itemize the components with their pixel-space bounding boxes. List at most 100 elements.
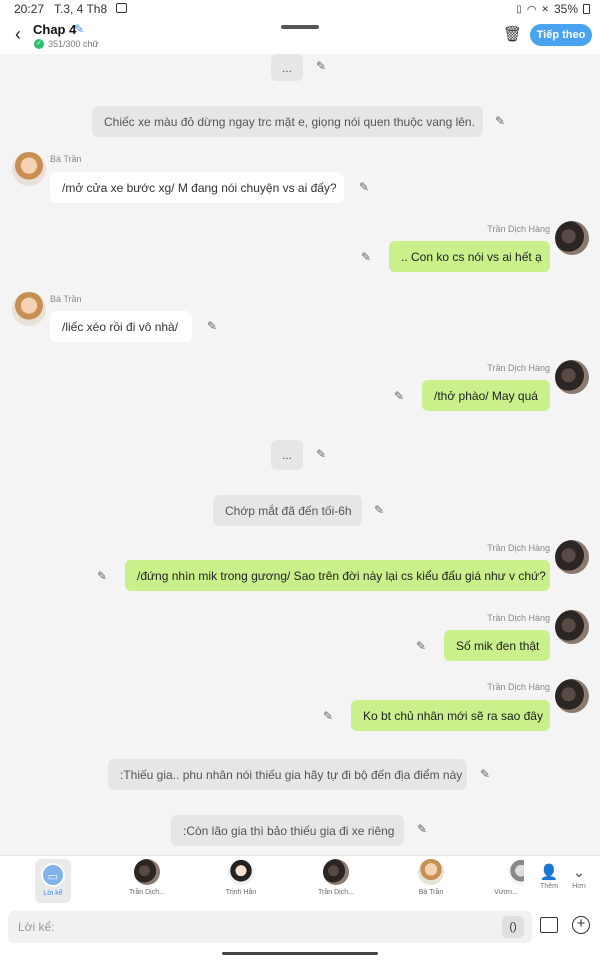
avatar-tran-dich-hang[interactable] <box>555 679 589 713</box>
edit-icon[interactable]: ✎ <box>359 180 369 194</box>
message-text: Chiếc xe màu đỏ dừng ngay trc mặt e, giọ… <box>104 114 475 129</box>
right-bubble[interactable]: .. Con ko cs nói vs ai hết ạ <box>389 241 550 272</box>
image-icon[interactable] <box>540 917 558 933</box>
avatar-tran-dich-hang[interactable] <box>555 360 589 394</box>
speaker-name: Trần Dịch Hàng <box>487 363 550 373</box>
character-item[interactable]: Trịnh Hân <box>211 859 271 896</box>
narration-bubble[interactable]: Chớp mắt đã đến tối-6h <box>213 495 362 526</box>
add-character-button[interactable]: 👤 Thêm <box>536 863 562 890</box>
edit-icon[interactable]: ✎ <box>394 389 404 403</box>
plus-icon[interactable]: + <box>572 916 590 934</box>
message-text: .. Con ko cs nói vs ai hết ạ <box>401 249 542 264</box>
edit-icon[interactable]: ✎ <box>207 319 217 333</box>
chapter-title[interactable]: Chap 4 <box>33 22 76 37</box>
edit-icon[interactable]: ✎ <box>416 639 426 653</box>
avatar-tran-dich-hang[interactable] <box>555 540 589 574</box>
message-text: :Còn lão gia thì bảo thiếu gia đi xe riê… <box>183 823 395 838</box>
status-right: ▯ ◠ ✕ 35% <box>516 2 590 16</box>
chevron-down-icon: ⌄ <box>572 864 586 881</box>
avatar-tran-dich-hang[interactable] <box>555 610 589 644</box>
narration-bubble[interactable]: :Còn lão gia thì bảo thiếu gia đi xe riê… <box>171 815 404 846</box>
input-bar: Lời kể: () + <box>0 905 600 949</box>
home-indicator[interactable] <box>222 952 378 955</box>
vibrate-icon: ▯ <box>516 3 522 15</box>
message-text: ... <box>281 60 292 75</box>
narrator-selector[interactable]: ▭ Lời kể <box>35 859 71 903</box>
chat-area[interactable]: ... ✎ Chiếc xe màu đỏ dừng ngay trc mặt … <box>0 54 600 854</box>
input-placeholder: Lời kể: <box>18 920 55 934</box>
right-bubble[interactable]: Số mik đen thật <box>444 630 550 661</box>
character-avatar <box>418 859 444 885</box>
left-bubble[interactable]: /liếc xéo rồi đi vô nhà/ <box>50 311 192 342</box>
back-icon[interactable]: ‹ <box>8 24 28 44</box>
right-bubble[interactable]: /thở phào/ May quá <box>422 380 550 411</box>
edit-icon[interactable]: ✎ <box>417 822 427 836</box>
parenthesis-button[interactable]: () <box>502 916 524 938</box>
next-button[interactable]: Tiếp theo <box>530 24 592 46</box>
trash-icon[interactable]: 🗑 <box>503 25 522 43</box>
battery-percent: 35% <box>553 2 578 16</box>
message-text: /thở phào/ May quá <box>434 388 538 403</box>
avatar-ba-tran[interactable] <box>12 152 46 186</box>
character-name: Vươn... <box>494 889 518 896</box>
speaker-name: Trần Dịch Hàng <box>487 224 550 234</box>
narration-bubble[interactable]: ... <box>271 54 303 81</box>
narration-bubble[interactable]: Chiếc xe màu đỏ dừng ngay trc mặt e, giọ… <box>92 106 483 137</box>
add-label: Thêm <box>540 883 558 890</box>
character-avatar <box>228 859 254 885</box>
speaker-name: Trần Dịch Hàng <box>487 543 550 553</box>
more-button[interactable]: ⌄ Hơn <box>566 863 592 890</box>
character-item[interactable]: Bà Trần <box>401 859 461 896</box>
edit-icon[interactable]: ✎ <box>316 447 326 461</box>
character-name: Trần Dịch... <box>318 889 354 896</box>
character-bar: ▭ Lời kể Trần Dịch... Trịnh Hân Trần Dịc… <box>0 855 600 905</box>
narration-bubble[interactable]: ... <box>271 440 303 470</box>
edit-icon[interactable]: ✎ <box>374 503 384 517</box>
left-bubble[interactable]: /mở cửa xe bước xg/ M đang nói chuyện vs… <box>50 172 344 203</box>
check-icon: ✓ <box>34 39 44 49</box>
message-text: Ko bt chủ nhân mới sẽ ra sao đây <box>363 708 543 723</box>
narrator-label: Lời kể <box>43 890 63 897</box>
speaker-name: Bà Trần <box>50 294 82 304</box>
word-count-text: 351/300 chữ <box>48 39 99 49</box>
edit-icon[interactable]: ✎ <box>480 767 490 781</box>
signal-icon: ✕ <box>541 3 549 14</box>
message-text: Số mik đen thật <box>456 638 540 653</box>
message-text: /mở cửa xe bước xg/ M đang nói chuyện vs… <box>62 180 337 195</box>
character-avatar <box>134 859 160 885</box>
drag-handle[interactable] <box>281 25 319 29</box>
avatar-ba-tran[interactable] <box>12 292 46 326</box>
edit-icon[interactable]: ✎ <box>323 709 333 723</box>
word-count: ✓ 351/300 chữ <box>34 39 99 49</box>
edit-icon[interactable]: ✎ <box>316 59 326 73</box>
edit-icon[interactable]: ✎ <box>361 250 371 264</box>
edit-icon[interactable]: ✎ <box>97 569 107 583</box>
wifi-icon: ◠ <box>526 3 537 16</box>
header: ‹ Chap 4 ✎ ✓ 351/300 chữ 🗑 Tiếp theo <box>0 18 600 54</box>
character-item[interactable]: Trần Dịch... <box>117 859 177 896</box>
message-text: ... <box>281 448 292 462</box>
character-avatar <box>508 859 524 885</box>
speaker-name: Trần Dịch Hàng <box>487 613 550 623</box>
gallery-icon <box>116 3 127 13</box>
message-text: :Thiếu gia.. phu nhân nói thiếu gia hãy … <box>120 767 463 782</box>
narration-bubble[interactable]: :Thiếu gia.. phu nhân nói thiếu gia hãy … <box>108 759 467 790</box>
right-bubble[interactable]: Ko bt chủ nhân mới sẽ ra sao đây <box>351 700 550 731</box>
character-name: Trịnh Hân <box>225 889 257 896</box>
right-bubble[interactable]: /đứng nhìn mik trong gương/ Sao trên đời… <box>125 560 550 591</box>
message-text: /liếc xéo rồi đi vô nhà/ <box>62 319 179 334</box>
status-time: 20:27 <box>14 2 45 16</box>
edit-icon[interactable]: ✎ <box>495 114 505 128</box>
status-date: T.3, 4 Th8 <box>54 2 108 16</box>
battery-icon <box>583 4 590 14</box>
character-name: Trần Dịch... <box>129 889 165 896</box>
speaker-name: Trần Dịch Hàng <box>487 682 550 692</box>
message-input[interactable]: Lời kể: () <box>8 911 532 943</box>
character-item[interactable]: Vươn... <box>488 859 524 896</box>
message-text: Chớp mắt đã đến tối-6h <box>225 503 352 518</box>
avatar-tran-dich-hang[interactable] <box>555 221 589 255</box>
status-bar: 20:27 T.3, 4 Th8 ▯ ◠ ✕ 35% <box>0 0 600 18</box>
character-item[interactable]: Trần Dịch... <box>306 859 366 896</box>
edit-title-icon[interactable]: ✎ <box>74 22 84 36</box>
nav-bar <box>0 949 600 960</box>
